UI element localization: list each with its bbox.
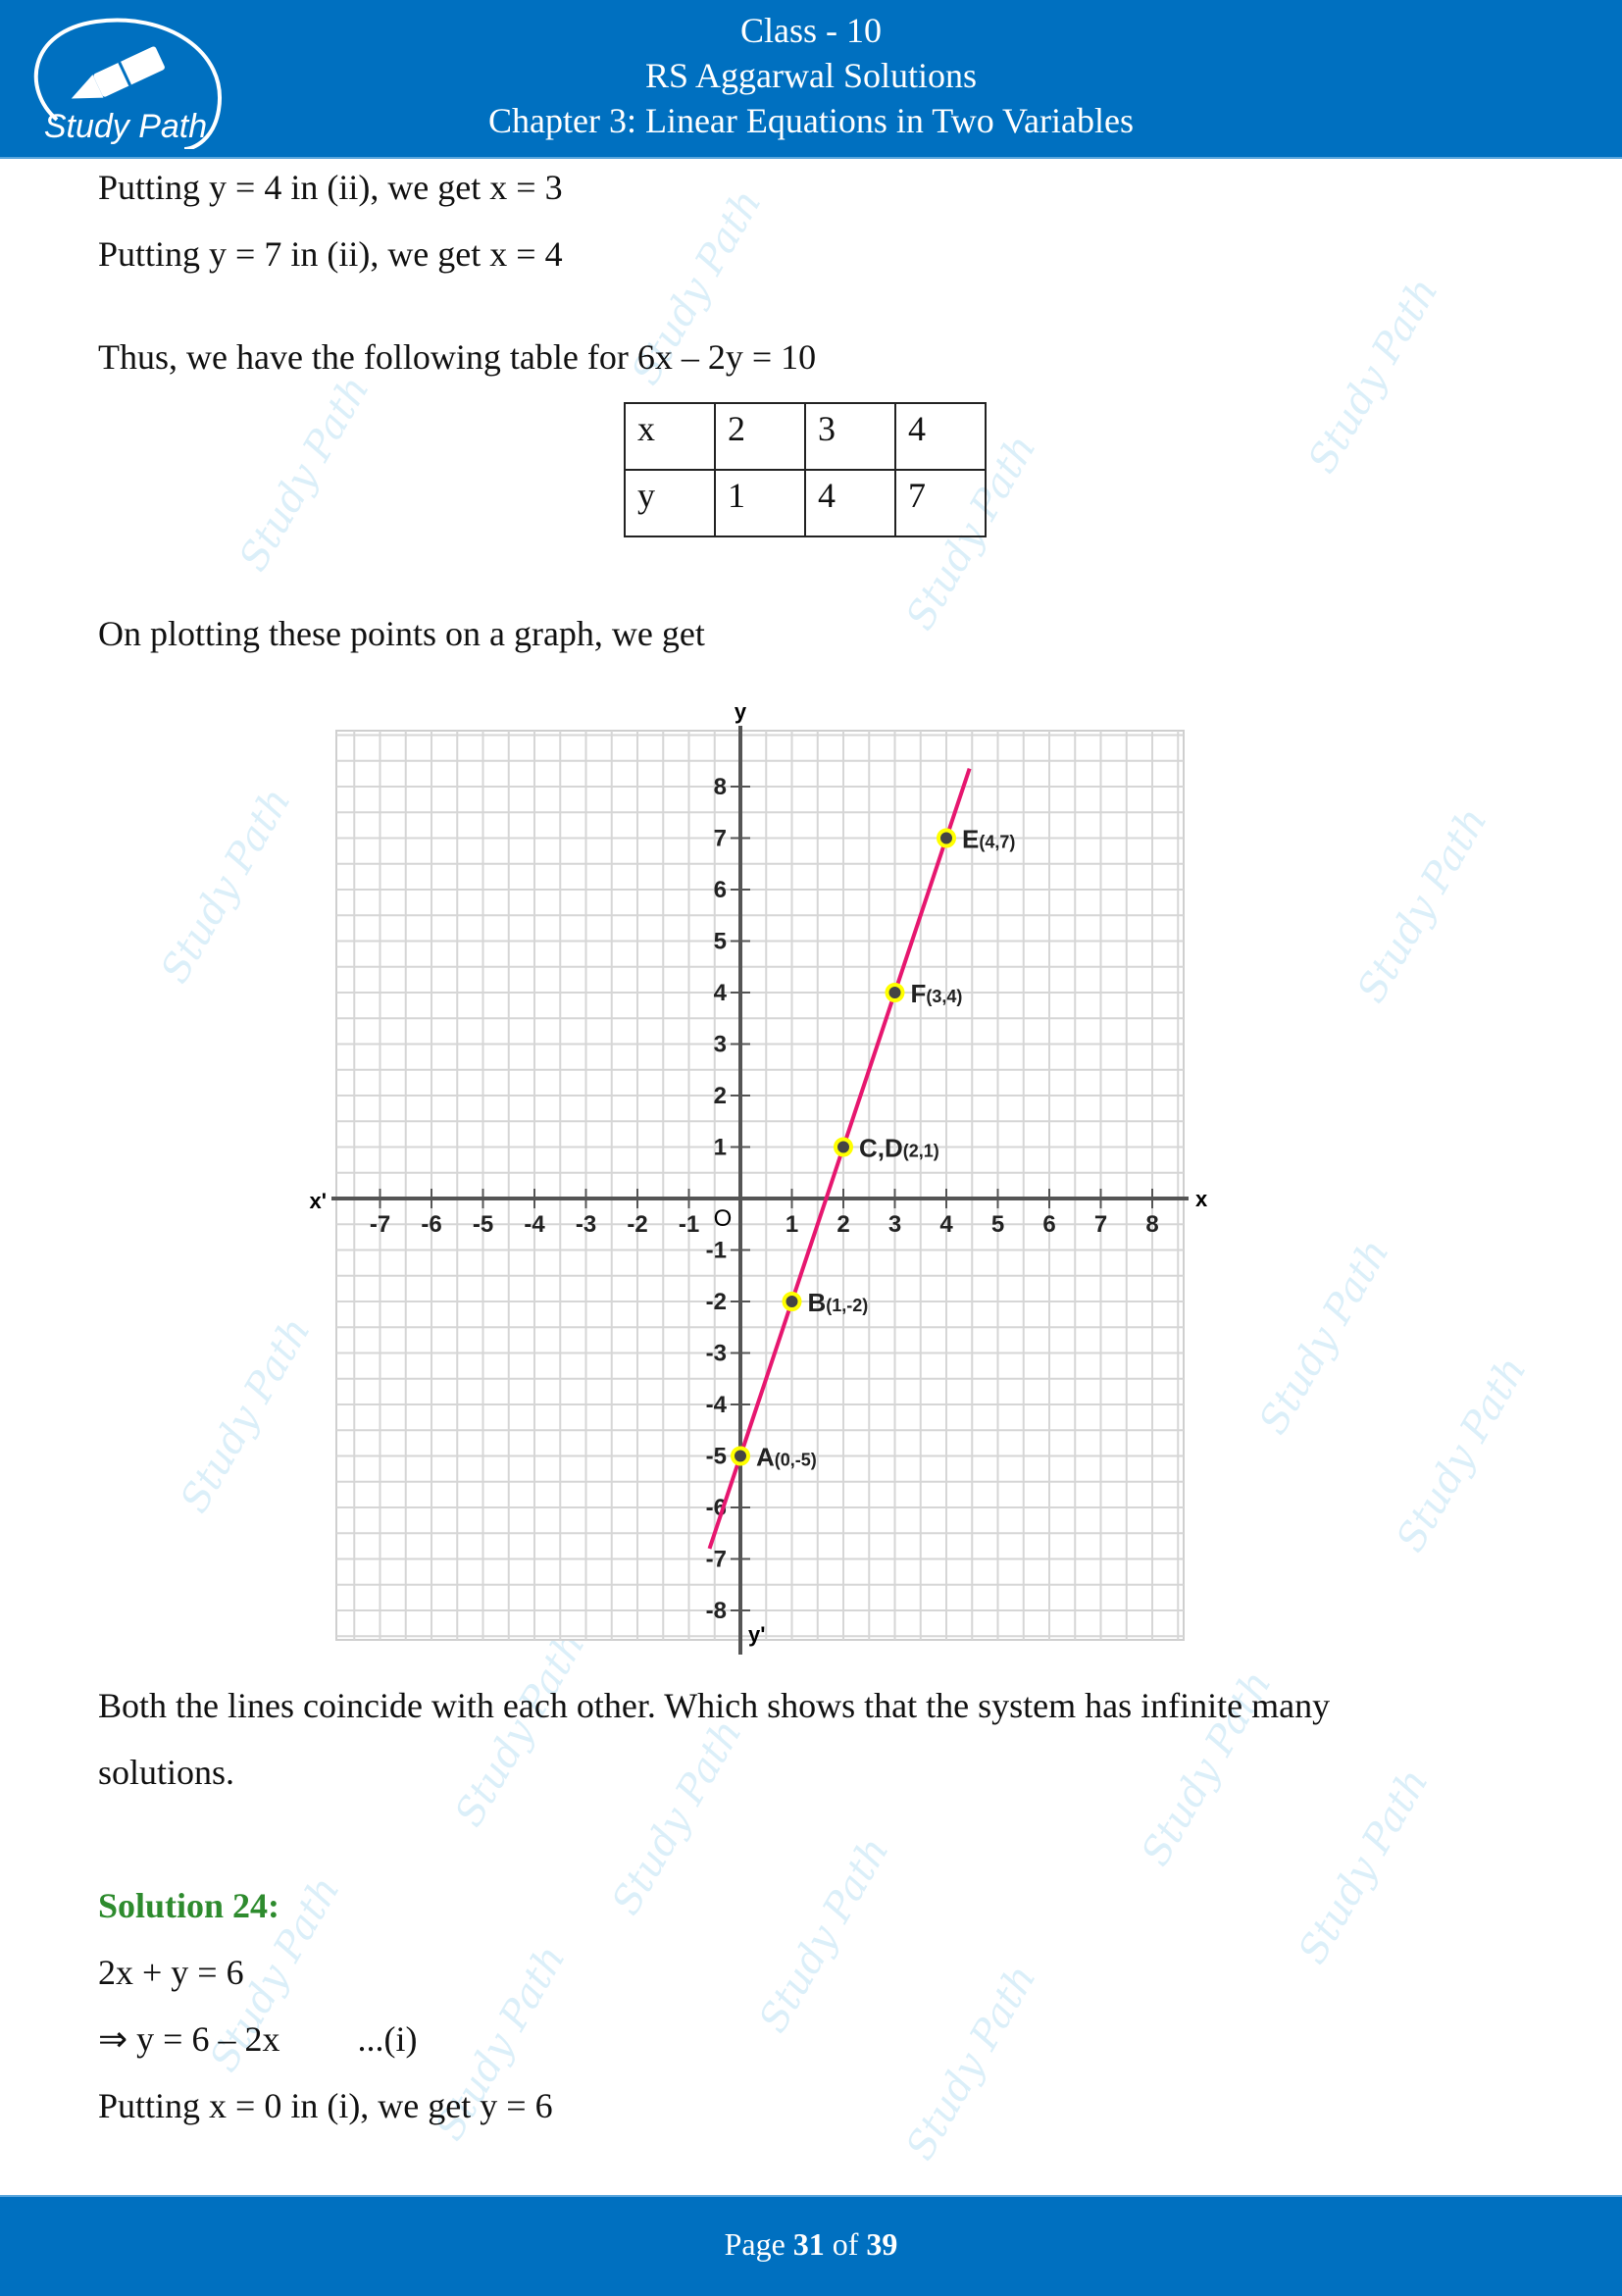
table-cell: x	[624, 402, 716, 471]
equation-ref: ...(i)	[357, 2019, 418, 2059]
y-tick-label: -8	[706, 1598, 727, 1624]
table-cell: 2	[714, 402, 806, 471]
y-tick-label: 8	[714, 774, 727, 800]
values-table: x 2 3 4 y 1 4 7	[624, 402, 987, 537]
table-cell: y	[624, 469, 716, 537]
watermark: Study Path	[1299, 270, 1447, 482]
y-tick-label: 5	[714, 929, 727, 955]
y-tick-label: 3	[714, 1032, 727, 1058]
page-of: of	[832, 2226, 859, 2262]
x-tick-label: 4	[939, 1211, 953, 1238]
y-tick-label: 2	[714, 1083, 727, 1109]
watermark: Study Path	[230, 368, 379, 580]
x-tick-label: -6	[421, 1211, 441, 1238]
solution-heading: Solution 24:	[98, 1886, 280, 1925]
grid-border	[335, 730, 1185, 1641]
table-intro: Thus, we have the following table for 6x…	[98, 337, 817, 377]
watermark: Study Path	[1388, 1349, 1536, 1560]
origin-label: O	[714, 1205, 733, 1232]
y-tick-label: -5	[706, 1444, 727, 1470]
table-cell: 3	[804, 402, 896, 471]
table-cell: 7	[894, 469, 987, 537]
x-tick-label: -1	[679, 1211, 699, 1238]
x-tick-label: 7	[1094, 1211, 1107, 1238]
table-cell: 4	[804, 469, 896, 537]
equation: ⇒ y = 6 – 2x ...(i)	[98, 2018, 417, 2060]
x-tick-label: 1	[786, 1211, 798, 1238]
x-tick-label: -3	[576, 1211, 596, 1238]
total-pages: 39	[866, 2226, 898, 2262]
watermark: Study Path	[1290, 1760, 1438, 1972]
x-tick-label: 8	[1145, 1211, 1158, 1238]
x-neg-axis-label: x'	[310, 1189, 327, 1213]
conclusion-text: Both the lines coincide with each other.…	[98, 1686, 1331, 1725]
watermark: Study Path	[152, 780, 300, 992]
watermark: Study Path	[1250, 1231, 1398, 1443]
x-axis-label: x	[1195, 1187, 1208, 1211]
x-tick-label: -2	[627, 1211, 647, 1238]
equation-text: ⇒ y = 6 – 2x	[98, 2019, 280, 2059]
y-axis-label: y	[735, 699, 747, 724]
x-tick-label: -4	[524, 1211, 545, 1238]
graph-intro: On plotting these points on a graph, we …	[98, 614, 705, 653]
data-point	[834, 1137, 853, 1157]
grid	[335, 730, 1185, 1641]
table-cell: 4	[894, 402, 987, 471]
table-cell: 1	[714, 469, 806, 537]
x-tick-label: 3	[888, 1211, 901, 1238]
watermark: Study Path	[897, 1957, 1045, 2168]
conclusion-text: solutions.	[98, 1753, 235, 1792]
page-indicator: Page 31 of 39	[0, 2226, 1622, 2263]
chapter-title: Chapter 3: Linear Equations in Two Varia…	[487, 101, 1134, 140]
y-tick-label: -3	[706, 1341, 727, 1367]
y-tick-label: 1	[714, 1135, 727, 1161]
page-footer: Page 31 of 39	[0, 2195, 1622, 2296]
table-row-x: x 2 3 4	[624, 402, 987, 471]
y-tick-label: 6	[714, 877, 727, 903]
x-tick-label: -7	[370, 1211, 390, 1238]
book-title: RS Aggarwal Solutions	[644, 56, 978, 95]
y-tick-label: -2	[706, 1289, 727, 1315]
x-tick-label: 2	[836, 1211, 849, 1238]
data-point	[731, 1446, 750, 1466]
equation: 2x + y = 6	[98, 1953, 244, 1992]
x-tick-label: -5	[473, 1211, 493, 1238]
x-tick-label: 5	[991, 1211, 1004, 1238]
table-row-y: y 1 4 7	[624, 469, 987, 537]
y-neg-axis-label: y'	[748, 1622, 765, 1647]
step-text: Putting y = 7 in (ii), we get x = 4	[98, 234, 563, 274]
y-tick-label: 4	[714, 980, 728, 1006]
y-tick-label: -7	[706, 1547, 727, 1573]
watermark: Study Path	[1348, 799, 1496, 1011]
current-page: 31	[792, 2226, 825, 2262]
data-point	[937, 828, 956, 848]
page-header: Study Path Class - 10 RS Aggarwal Soluti…	[0, 0, 1622, 159]
y-tick-label: -1	[706, 1238, 727, 1264]
watermark: Study Path	[750, 1829, 898, 2041]
x-tick-label: 6	[1042, 1211, 1055, 1238]
data-point	[782, 1292, 802, 1311]
y-tick-label: 7	[714, 826, 727, 852]
page-prefix: Page	[724, 2226, 786, 2262]
line-graph: -7 -6 -5 -4 -3 -2 -1 1 2 3 4 5 6 7 8 8 7 6 5 4 3 2 1 -1 -2 -3 -4 -5…	[310, 699, 1208, 1655]
watermark: Study Path	[603, 1711, 751, 1923]
step-text: Putting x = 0 in (i), we get y = 6	[98, 2086, 553, 2125]
class-label: Class - 10	[740, 11, 882, 50]
step-text: Putting y = 4 in (ii), we get x = 3	[98, 168, 563, 207]
y-tick-label: -4	[706, 1392, 728, 1418]
data-point	[885, 983, 905, 1002]
